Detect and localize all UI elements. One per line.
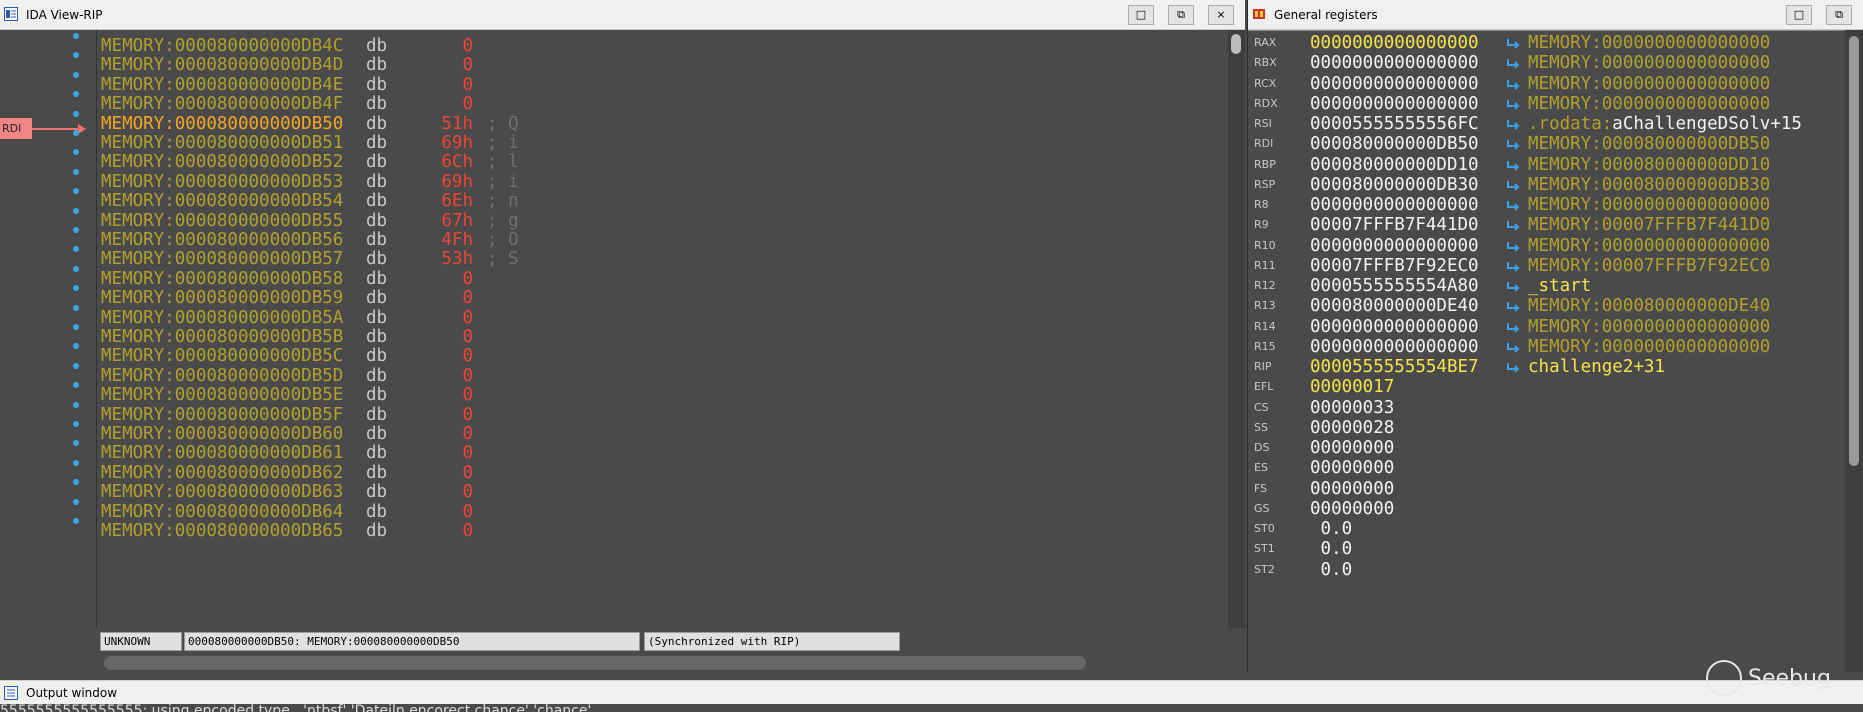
breakpoint-dot-icon[interactable] [73,498,79,505]
disassembly-listing[interactable]: MEMORY:000080000000DB4C db 0 MEMORY:0000800… [96,30,1229,628]
breakpoint-dot-icon[interactable] [73,459,79,466]
row-address[interactable]: MEMORY:000080000000DB65 [101,520,343,543]
maximize-icon: □ [1135,8,1147,21]
register-row-st2[interactable]: ST2 0.0 [1248,558,1846,582]
jump-arrow-icon[interactable] [1506,37,1522,49]
jump-arrow-icon[interactable] [1506,118,1522,130]
ida-maximize-button[interactable]: □ [1128,5,1154,25]
registers-titlebar[interactable]: General registers □ ⧉ [1248,0,1863,30]
segment-prefix: .rodata: [1528,114,1613,134]
ida-close-button[interactable]: × [1208,5,1234,25]
jump-arrow-icon[interactable] [1506,57,1522,69]
breakpoint-dot-icon[interactable] [73,130,79,136]
breakpoint-dot-icon[interactable] [73,110,79,117]
breakpoint-dot-icon[interactable] [73,265,79,272]
register-list[interactable]: RAX 0000000000000000 MEMORY:00000000000000… [1248,30,1846,673]
location-status: 000080000000DB50: MEMORY:000080000000DB5… [184,632,640,651]
ida-view-titlebar[interactable]: IDA View-RIP □ ⧉ × [0,0,1245,30]
ida-vertical-scrollbar[interactable] [1228,30,1245,628]
jump-arrow-icon[interactable] [1506,199,1522,211]
arrow-head-icon [78,124,86,134]
row-value: 0 [462,521,473,541]
registers-vertical-scrollbar[interactable] [1845,30,1863,672]
breakpoint-dot-icon[interactable] [73,401,79,408]
jump-arrow-icon[interactable] [1506,300,1522,312]
maximize-icon: □ [1793,8,1805,21]
breakpoint-dot-icon[interactable] [73,362,79,369]
register-name: ST2 [1254,562,1275,576]
registers-title: General registers [1274,8,1378,22]
rdi-pointer-arrow [32,128,80,130]
jump-arrow-icon[interactable] [1506,280,1522,292]
jump-arrow-icon[interactable] [1506,138,1522,150]
close-icon: × [1216,8,1226,21]
breakpoint-dot-icon[interactable] [73,71,79,78]
breakpoint-dot-icon[interactable] [73,324,79,330]
seebug-watermark: Seebug [1748,666,1831,691]
output-window-text: 5555555555555555: using encoded type 'nt… [0,704,1863,712]
register-value[interactable]: 0.0 [1310,558,1353,582]
rdi-pointer-tag: RDI [0,118,32,139]
jump-arrow-icon[interactable] [1506,78,1522,90]
disassembly-view-icon [4,7,18,21]
restore-icon: ⧉ [1835,8,1843,21]
registers-restore-button[interactable]: ⧉ [1826,5,1852,25]
output-window-icon [4,686,18,700]
general-registers-panel: General registers □ ⧉ RAX 000000000000000… [1247,0,1863,673]
jump-arrow-icon[interactable] [1506,219,1522,231]
ida-view-title: IDA View-RIP [26,8,103,22]
jump-arrow-icon[interactable] [1506,321,1522,333]
scrollbar-thumb[interactable] [1849,36,1859,466]
ida-restore-button[interactable]: ⧉ [1168,5,1194,25]
jump-arrow-icon[interactable] [1506,361,1522,373]
listing-row[interactable]: MEMORY:000080000000DB65 db 0 [97,520,1217,543]
ida-horizontal-scrollbar[interactable] [104,656,1086,670]
breakpoint-dot-icon[interactable] [73,304,79,311]
breakpoint-dot-icon[interactable] [73,33,79,39]
output-window-title: Output window [26,686,118,700]
output-window-bar[interactable]: Output window 5555555555555555: using en… [0,680,1863,712]
breakpoint-dot-icon[interactable] [73,227,79,233]
breakpoint-dot-icon[interactable] [73,518,79,524]
jump-arrow-icon[interactable] [1506,240,1522,252]
breakpoint-dot-icon[interactable] [73,421,79,427]
sync-status: (Synchronized with RIP) [644,632,900,651]
jump-arrow-icon[interactable] [1506,98,1522,110]
seebug-logo-icon [1706,660,1742,696]
breakpoint-dot-icon[interactable] [73,207,79,214]
registers-icon [1253,9,1265,19]
jump-arrow-icon[interactable] [1506,159,1522,171]
ida-view-panel: IDA View-RIP □ ⧉ × RDI MEMORY:0000800000… [0,0,1245,680]
scrollbar-thumb[interactable] [1231,34,1241,54]
symbol-name: aChallengeDSolv+15 [1612,114,1802,134]
row-directive: db [366,521,388,541]
segment-status: UNKNOWN [100,632,182,651]
jump-arrow-icon[interactable] [1506,260,1522,272]
jump-arrow-icon[interactable] [1506,341,1522,353]
restore-icon: ⧉ [1177,8,1185,21]
breakpoint-dot-icon[interactable] [73,168,79,175]
registers-maximize-button[interactable]: □ [1786,5,1812,25]
jump-arrow-icon[interactable] [1506,179,1522,191]
